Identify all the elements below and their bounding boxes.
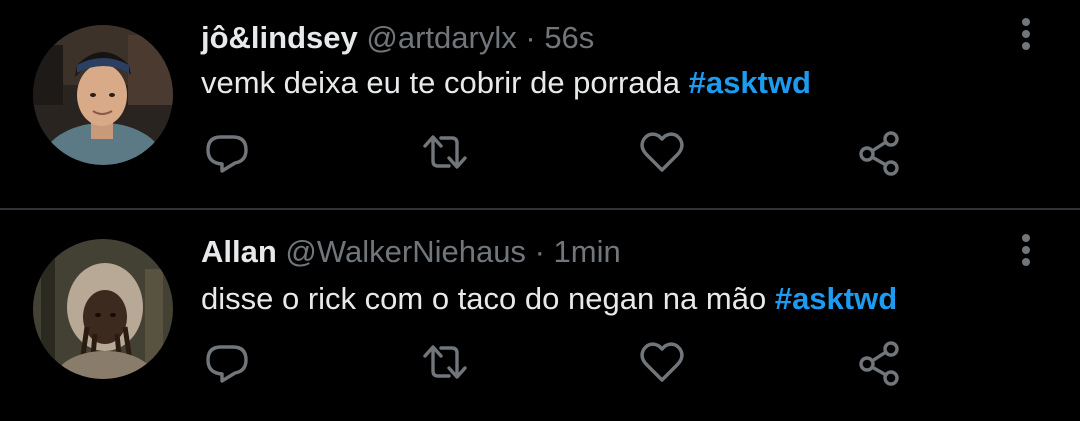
retweet-icon[interactable]: [418, 335, 472, 389]
more-vertical-icon[interactable]: [1012, 228, 1040, 272]
user-handle[interactable]: @artdarylx: [366, 20, 516, 55]
tweet-header: Allan @WalkerNiehaus · 1min: [201, 233, 621, 271]
tweet-text: disse o rick com o taco do negan na mão …: [201, 279, 897, 319]
share-icon[interactable]: [853, 125, 907, 179]
tweet-header: jô&lindsey @artdarylx · 56s: [201, 19, 594, 57]
tweet-text-content: disse o rick com o taco do negan na mão: [201, 281, 775, 316]
avatar[interactable]: [33, 239, 173, 379]
reply-icon[interactable]: [200, 125, 254, 179]
hashtag-link[interactable]: #asktwd: [775, 281, 897, 316]
timestamp[interactable]: 1min: [554, 234, 621, 269]
like-icon[interactable]: [635, 335, 689, 389]
display-name[interactable]: Allan: [201, 234, 277, 269]
display-name[interactable]: jô&lindsey: [201, 20, 358, 55]
share-icon[interactable]: [853, 335, 907, 389]
user-handle[interactable]: @WalkerNiehaus: [285, 234, 526, 269]
like-icon[interactable]: [635, 125, 689, 179]
timestamp[interactable]: 56s: [544, 20, 594, 55]
separator-dot: ·: [525, 20, 536, 55]
tweet[interactable]: jô&lindsey @artdarylx · 56s vemk deixa e…: [0, 0, 1080, 209]
avatar[interactable]: [33, 25, 173, 165]
retweet-icon[interactable]: [418, 125, 472, 179]
more-vertical-icon[interactable]: [1012, 12, 1040, 56]
tweet[interactable]: Allan @WalkerNiehaus · 1min disse o rick…: [0, 210, 1080, 421]
separator-dot: ·: [534, 234, 545, 269]
reply-icon[interactable]: [200, 335, 254, 389]
tweet-text-content: vemk deixa eu te cobrir de porrada: [201, 65, 689, 100]
hashtag-link[interactable]: #asktwd: [689, 65, 811, 100]
tweet-text: vemk deixa eu te cobrir de porrada #askt…: [201, 63, 811, 103]
